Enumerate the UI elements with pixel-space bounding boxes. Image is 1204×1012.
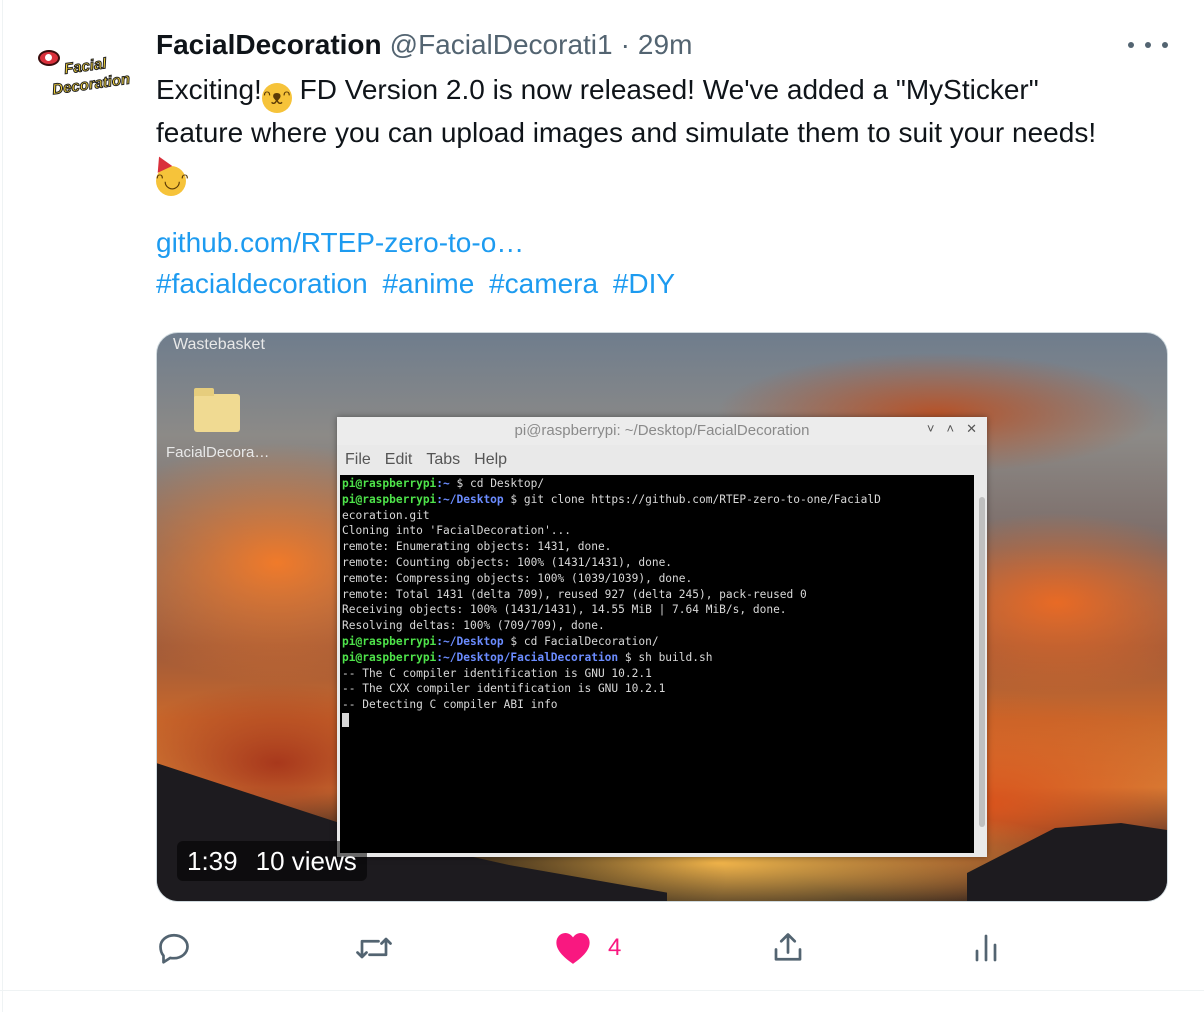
desktop-folder-label: FacialDecora… <box>166 444 270 461</box>
tweet-timestamp[interactable]: 29m <box>638 29 692 61</box>
desktop-wastebasket-label: Wastebasket <box>173 336 265 353</box>
video-player[interactable]: Wastebasket FacialDecora… pi@raspberrypi… <box>156 332 1168 902</box>
analytics-icon <box>975 934 997 962</box>
terminal-line-2: pi@raspberrypi:~/Desktop $ git clone htt… <box>342 492 881 506</box>
terminal-line-15: -- Detecting C compiler ABI info <box>342 698 558 712</box>
like-button[interactable]: 4 <box>554 926 621 970</box>
menu-tabs: Tabs <box>426 451 461 468</box>
folder-icon <box>194 388 240 432</box>
terminal-line-6: remote: Counting objects: 100% (1431/143… <box>342 555 673 569</box>
menu-file: File <box>345 451 371 468</box>
terminal-line-7: remote: Compressing objects: 100% (1039/… <box>342 571 693 585</box>
retweet-icon <box>356 937 392 959</box>
terminal-title: pi@raspberrypi: ~/Desktop/FacialDecorati… <box>337 417 987 445</box>
tweet-text-line-2: feature where you can upload images and … <box>156 117 1097 148</box>
hashtag-facialdecoration[interactable]: #facialdecoration <box>156 268 368 299</box>
separator-dot: · <box>620 29 630 60</box>
terminal-cursor-line <box>342 712 974 730</box>
video-info-badge: 1:39 10 views <box>177 841 367 881</box>
terminal-output: pi@raspberrypi:~ $ cd Desktop/pi@raspber… <box>340 475 974 853</box>
hashtag-anime[interactable]: #anime <box>382 268 474 299</box>
terminal-line-9: Receiving objects: 100% (1431/1431), 14.… <box>342 603 787 617</box>
terminal-line-4: Cloning into 'FacialDecoration'... <box>342 524 572 538</box>
tweet-text: Exciting!ᵔᴥᵔ FD Version 2.0 is now relea… <box>156 70 1186 196</box>
terminal-line-10: Resolving deltas: 100% (709/709), done. <box>342 619 605 633</box>
mountain-silhouette-right <box>967 823 1167 901</box>
minimize-icon: ˅ <box>926 421 935 436</box>
terminal-line-12: pi@raspberrypi:~/Desktop/FacialDecoratio… <box>342 650 713 664</box>
divider-bottom <box>0 990 1204 991</box>
author-name[interactable]: FacialDecoration <box>156 29 382 61</box>
tweet-text-exciting: Exciting! <box>156 74 262 105</box>
reply-button[interactable] <box>156 926 192 970</box>
terminal-menu: File Edit Tabs Help <box>337 447 507 473</box>
avatar[interactable]: Facial Decoration <box>28 38 138 118</box>
avatar-eye-icon <box>38 50 60 66</box>
terminal-scrollbar <box>979 497 985 827</box>
hashtags: #facialdecoration #anime #camera #DIY <box>156 268 682 300</box>
reply-icon <box>159 933 189 964</box>
partying-face-emoji-icon: ᵔ◡ᵔ <box>156 166 189 196</box>
like-count: 4 <box>608 934 622 961</box>
menu-help: Help <box>474 451 508 468</box>
more-options-icon[interactable] <box>1128 34 1168 56</box>
terminal-line-11: pi@raspberrypi:~/Desktop $ cd FacialDeco… <box>342 634 659 648</box>
terminal-cursor <box>342 712 349 727</box>
tweet-text-line-3: ᵔ◡ᵔ <box>156 153 1186 196</box>
terminal-line-8: remote: Total 1431 (delta 709), reused 9… <box>342 587 807 601</box>
hashtag-camera[interactable]: #camera <box>489 268 598 299</box>
github-link[interactable]: github.com/RTEP-zero-to-o… <box>156 227 524 259</box>
author-handle[interactable]: @FacialDecorati1 <box>390 29 613 61</box>
action-bar: 4 <box>156 926 1166 970</box>
tweet-text-release: FD Version 2.0 is now released! We've ad… <box>291 74 1039 105</box>
tweet-text-line-1: Exciting!ᵔᴥᵔ FD Version 2.0 is now relea… <box>156 70 1186 113</box>
video-duration: 1:39 <box>187 845 238 876</box>
tweet-header: FacialDecoration @FacialDecorati1 · 29m <box>156 28 692 62</box>
video-views: 10 views <box>255 845 357 876</box>
close-icon: ✕ <box>966 421 977 436</box>
share-icon <box>774 933 802 961</box>
menu-edit: Edit <box>384 451 413 468</box>
analytics-button[interactable] <box>968 926 1004 970</box>
heart-filled-icon <box>556 932 590 964</box>
maximize-icon: ˄ <box>946 421 955 436</box>
terminal-line-14: -- The CXX compiler identification is GN… <box>342 682 666 696</box>
retweet-button[interactable] <box>354 926 394 970</box>
hashtag-diy[interactable]: #DIY <box>613 268 675 299</box>
terminal-line-3: ecoration.git <box>342 508 430 522</box>
terminal-line-13: -- The C compiler identification is GNU … <box>342 666 652 680</box>
laughing-face-emoji-icon: ᵔᴥᵔ <box>261 83 292 113</box>
terminal-line-5: remote: Enumerating objects: 1431, done. <box>342 540 612 554</box>
avatar-text-decoration: Decoration <box>51 70 132 99</box>
terminal-window: pi@raspberrypi: ~/Desktop/FacialDecorati… <box>337 417 987 857</box>
terminal-line-1: pi@raspberrypi:~ $ cd Desktop/ <box>342 477 545 490</box>
window-buttons: ˅ ˄ ✕ <box>927 421 977 437</box>
tweet[interactable]: Facial Decoration FacialDecoration @Faci… <box>0 0 1204 1012</box>
share-button[interactable] <box>770 926 806 970</box>
divider-left <box>2 0 3 1012</box>
